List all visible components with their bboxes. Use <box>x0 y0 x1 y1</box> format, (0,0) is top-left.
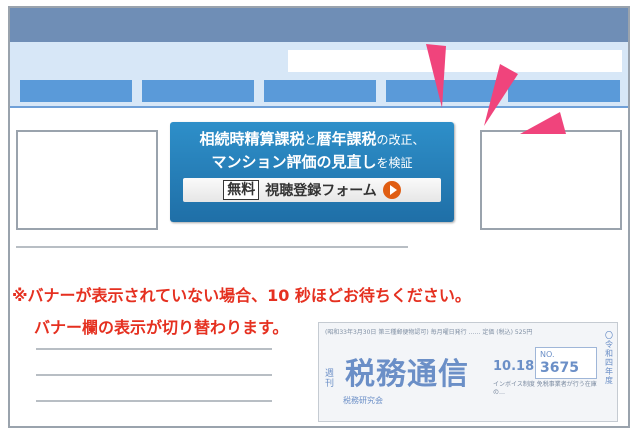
pointer-arrow-icon <box>426 44 446 108</box>
pointer-arrows <box>426 44 566 134</box>
pointer-arrow-icon <box>520 112 566 134</box>
pointer-arrow-icon <box>484 64 518 126</box>
